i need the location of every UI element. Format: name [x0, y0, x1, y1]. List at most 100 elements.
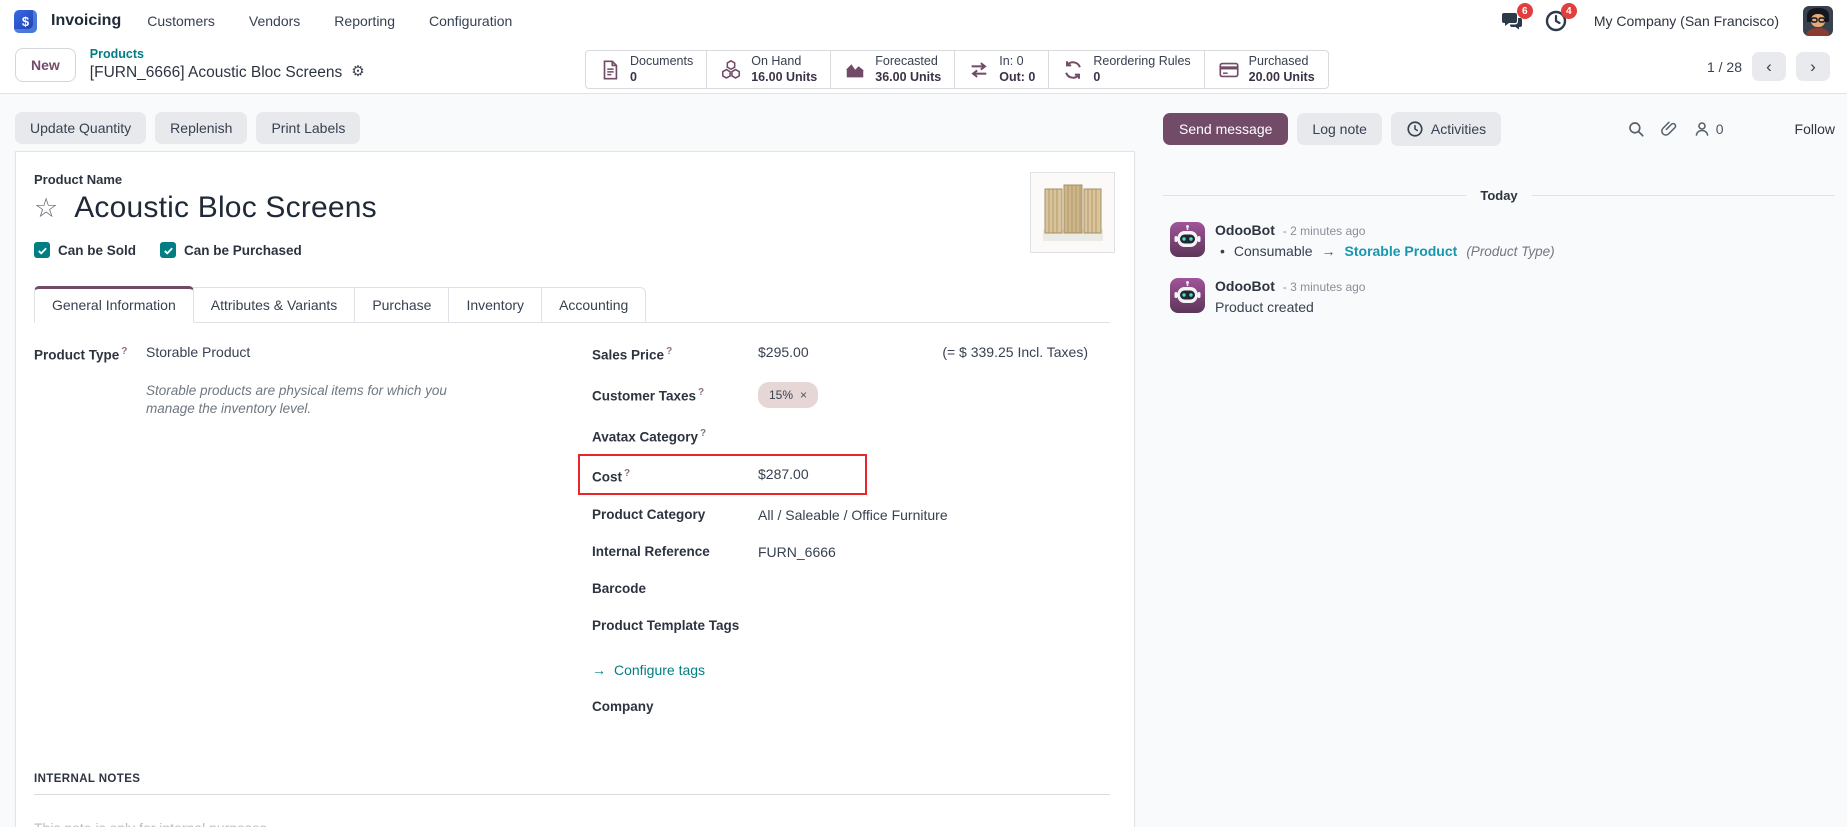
fields-left-column: Product Type? Storable Product Storable … — [34, 341, 592, 733]
stat-buttons: Documents0 On Hand16.00 Units In: 0Forec… — [585, 50, 1329, 89]
message-author[interactable]: OdooBot — [1215, 278, 1275, 294]
field-avatax-category: Avatax Category? — [592, 423, 1110, 449]
help-icon[interactable]: ? — [666, 346, 672, 357]
sale-purchase-checkboxes: Can be Sold Can be Purchased — [34, 242, 1110, 258]
product-type-help-text: Storable products are physical items for… — [146, 382, 498, 420]
checkbox-checked-icon — [34, 242, 50, 258]
help-icon[interactable]: ? — [624, 468, 630, 479]
activities-button[interactable]: Activities — [1391, 112, 1501, 146]
menu-reporting[interactable]: Reporting — [334, 13, 395, 29]
tab-general-information[interactable]: General Information — [34, 286, 194, 323]
field-product-type: Product Type? Storable Product — [34, 341, 592, 367]
attachment-paperclip-icon[interactable] — [1660, 120, 1678, 138]
product-image[interactable] — [1030, 172, 1115, 253]
internal-reference-value[interactable]: FURN_6666 — [758, 541, 836, 563]
main-menus: Customers Vendors Reporting Configuratio… — [147, 13, 512, 29]
tab-purchase[interactable]: Purchase — [354, 287, 449, 322]
field-barcode: Barcode — [592, 578, 1110, 600]
fields-right-column: Sales Price? $295.00 (= $ 339.25 Incl. T… — [592, 341, 1110, 733]
field-product-category: Product Category All / Saleable / Office… — [592, 504, 1110, 526]
print-labels-button[interactable]: Print Labels — [256, 112, 360, 144]
menu-vendors[interactable]: Vendors — [249, 13, 300, 29]
invoicing-app-icon[interactable]: $ — [14, 10, 37, 33]
stat-documents[interactable]: Documents0 — [586, 51, 707, 88]
product-category-value[interactable]: All / Saleable / Office Furniture — [758, 504, 948, 526]
field-company: Company — [592, 696, 1110, 718]
update-quantity-button[interactable]: Update Quantity — [15, 112, 146, 144]
tracking-new-value: Storable Product — [1345, 243, 1458, 259]
message-timestamp: - 3 minutes ago — [1283, 280, 1366, 294]
activities-clock-icon[interactable]: 4 — [1544, 9, 1568, 33]
favorite-star-icon[interactable]: ☆ — [34, 195, 58, 222]
sales-price-value[interactable]: $295.00 — [758, 341, 809, 363]
help-icon[interactable]: ? — [700, 428, 706, 439]
log-note-button[interactable]: Log note — [1297, 113, 1382, 145]
configure-tags-row: → Configure tags — [592, 659, 1110, 681]
can-be-sold-checkbox[interactable]: Can be Sold — [34, 242, 136, 258]
odoobot-avatar[interactable] — [1170, 222, 1205, 257]
tax-tag[interactable]: 15% × — [758, 382, 818, 408]
help-icon[interactable]: ? — [698, 387, 704, 398]
messages-icon[interactable]: 6 — [1500, 9, 1524, 33]
messages-badge: 6 — [1517, 3, 1533, 19]
tab-accounting[interactable]: Accounting — [541, 287, 646, 322]
control-panel: New Products [FURN_6666] Acoustic Bloc S… — [0, 42, 1847, 93]
followers-button[interactable]: 0 — [1693, 120, 1724, 138]
send-message-button[interactable]: Send message — [1163, 113, 1288, 145]
breadcrumb-products-link[interactable]: Products — [90, 47, 365, 63]
tab-attributes-variants[interactable]: Attributes & Variants — [193, 287, 356, 322]
user-avatar[interactable] — [1803, 6, 1833, 36]
stat-reordering-rules[interactable]: Reordering Rules0 — [1049, 51, 1204, 88]
product-type-value[interactable]: Storable Product — [146, 341, 250, 363]
replenish-button[interactable]: Replenish — [155, 112, 247, 144]
stat-on-hand[interactable]: On Hand16.00 Units — [707, 51, 831, 88]
new-button[interactable]: New — [15, 48, 76, 82]
chatter-panel: Send message Log note Activities 0 Follo… — [1163, 112, 1835, 315]
message-author[interactable]: OdooBot — [1215, 222, 1275, 238]
document-icon — [599, 59, 621, 81]
arrow-right-icon: → — [592, 659, 606, 681]
pager-count: 1 / 28 — [1707, 59, 1742, 75]
help-icon[interactable]: ? — [121, 346, 127, 357]
gear-icon[interactable]: ⚙ — [351, 63, 364, 82]
product-name-label: Product Name — [34, 172, 1110, 187]
arrow-right-icon: → — [1322, 243, 1336, 259]
field-cost: Cost? $287.00 — [592, 463, 1110, 489]
app-name-menu[interactable]: Invoicing — [51, 12, 121, 30]
tab-inventory[interactable]: Inventory — [448, 287, 542, 322]
follow-button[interactable]: Follow — [1795, 121, 1835, 137]
field-template-tags: Product Template Tags — [592, 615, 1110, 637]
stat-purchased[interactable]: Purchased20.00 Units — [1205, 51, 1328, 88]
pager-next-button[interactable]: › — [1796, 52, 1830, 81]
company-switcher[interactable]: My Company (San Francisco) — [1594, 13, 1779, 29]
internal-notes-header: INTERNAL NOTES — [34, 773, 1110, 795]
refresh-icon — [1062, 59, 1084, 81]
chatter-icons: 0 Follow — [1627, 120, 1835, 138]
menu-customers[interactable]: Customers — [147, 13, 215, 29]
can-be-purchased-checkbox[interactable]: Can be Purchased — [160, 242, 302, 258]
stat-in-out[interactable]: In: 0Out: 0 — [955, 51, 1049, 88]
stat-forecasted[interactable]: In: 0Forecasted36.00 Units — [831, 51, 955, 88]
form-sheet: Product Name ☆ Acoustic Bloc Screens Can… — [15, 151, 1135, 827]
follower-person-icon — [1693, 120, 1711, 138]
field-internal-reference: Internal Reference FURN_6666 — [592, 541, 1110, 563]
chatter-message: OdooBot - 2 minutes ago • Consumable → S… — [1163, 222, 1835, 259]
breadcrumb: Products [FURN_6666] Acoustic Bloc Scree… — [90, 47, 365, 82]
pager: 1 / 28 ‹ › — [1707, 52, 1830, 81]
configure-tags-link[interactable]: → Configure tags — [592, 659, 705, 681]
checkbox-checked-icon — [160, 242, 176, 258]
followers-count: 0 — [1716, 121, 1724, 137]
chatter-toolbar: Send message Log note Activities 0 Follo… — [1163, 112, 1835, 146]
search-icon[interactable] — [1627, 120, 1645, 138]
product-title[interactable]: Acoustic Bloc Screens — [74, 191, 377, 225]
internal-notes-placeholder[interactable]: This note is only for internal purposes. — [34, 820, 1110, 827]
odoobot-avatar[interactable] — [1170, 278, 1205, 313]
menu-configuration[interactable]: Configuration — [429, 13, 512, 29]
pager-previous-button[interactable]: ‹ — [1752, 52, 1786, 81]
cost-value[interactable]: $287.00 — [758, 463, 809, 485]
nav-right: 6 4 My Company (San Francisco) — [1500, 6, 1833, 36]
breadcrumb-area: New Products [FURN_6666] Acoustic Bloc S… — [15, 47, 365, 82]
tag-remove-icon[interactable]: × — [800, 384, 807, 406]
transfer-arrows-icon — [968, 59, 990, 81]
message-body: Product created — [1215, 299, 1365, 315]
